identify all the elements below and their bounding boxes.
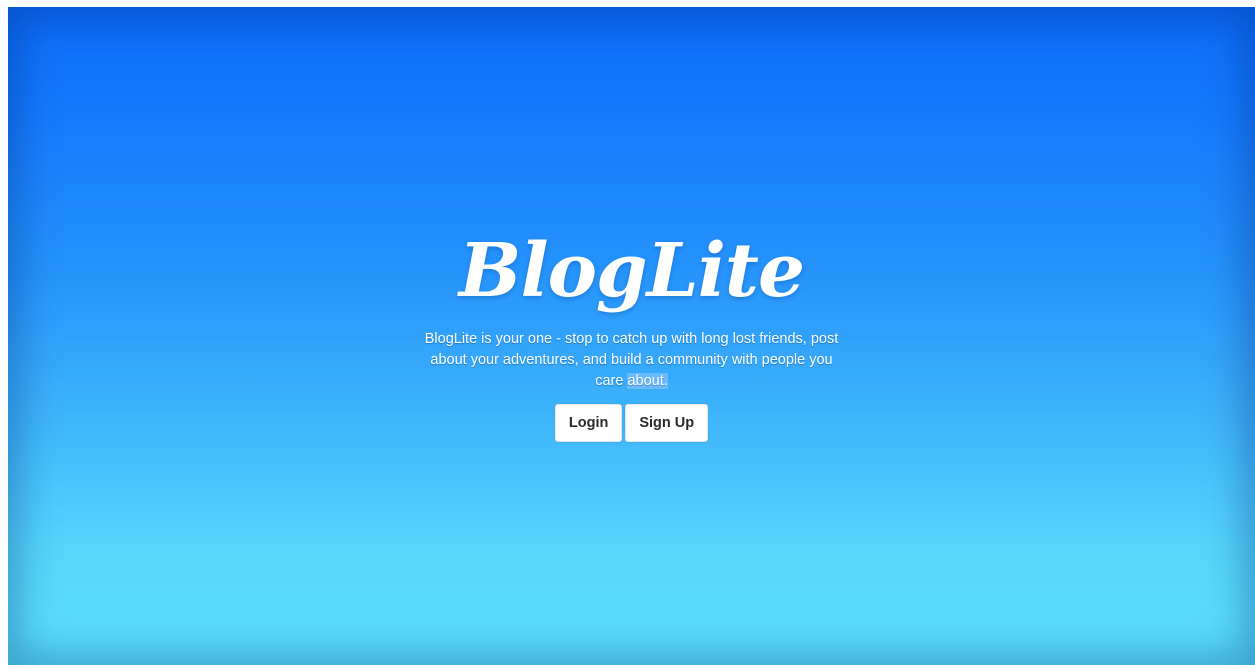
tagline-selected-text: about.	[627, 373, 668, 389]
brand-logo: BlogLite	[458, 228, 805, 314]
login-button[interactable]: Login	[554, 404, 623, 442]
auth-buttons: Login Sign Up	[554, 404, 709, 442]
sign-up-button[interactable]: Sign Up	[625, 404, 709, 442]
hero-section: BlogLite BlogLite is your one - stop to …	[8, 221, 1255, 442]
landing-page: BlogLite BlogLite is your one - stop to …	[8, 7, 1255, 665]
tagline: BlogLite is your one - stop to catch up …	[422, 329, 842, 392]
